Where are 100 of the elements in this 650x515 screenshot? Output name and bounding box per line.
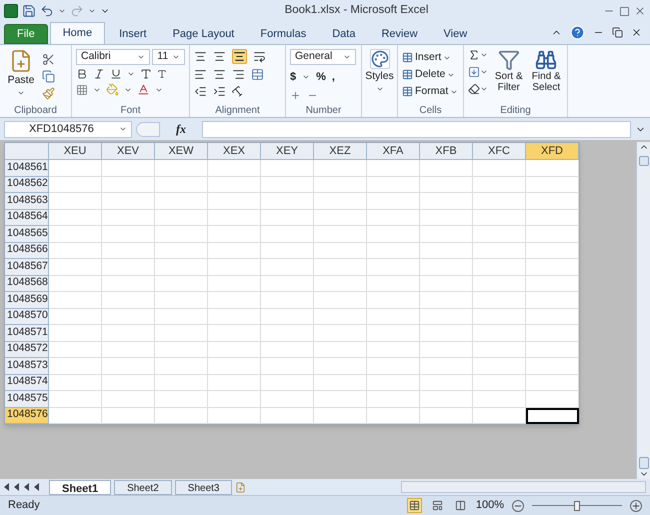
sheet-cell[interactable] bbox=[102, 358, 155, 374]
column-header[interactable]: XFB bbox=[420, 143, 473, 160]
row-header[interactable]: 1048570 bbox=[5, 308, 49, 325]
sheet-cell[interactable] bbox=[420, 276, 473, 292]
sheet-cell[interactable] bbox=[208, 210, 261, 226]
sheet-cell[interactable] bbox=[420, 342, 473, 358]
sheet-cell[interactable] bbox=[420, 210, 473, 226]
column-header[interactable]: XEV bbox=[102, 143, 155, 160]
align-bottom-icon[interactable] bbox=[232, 49, 247, 64]
sheet-cell[interactable] bbox=[473, 325, 526, 342]
column-header[interactable]: XEX bbox=[208, 143, 261, 160]
sheet-cell[interactable] bbox=[473, 391, 526, 408]
sheet-cell[interactable] bbox=[49, 176, 102, 193]
styles-icon[interactable] bbox=[370, 49, 390, 69]
sheet-cell[interactable] bbox=[102, 193, 155, 210]
sheet-cell[interactable] bbox=[420, 408, 473, 424]
currency-button[interactable]: $ bbox=[290, 69, 296, 86]
sheet-cell[interactable] bbox=[526, 259, 579, 276]
sheet-cell[interactable] bbox=[526, 160, 579, 176]
sheet-cell[interactable] bbox=[526, 374, 579, 391]
sheet-cell[interactable] bbox=[314, 193, 367, 210]
sheet-cell[interactable] bbox=[367, 193, 420, 210]
row-header[interactable]: 1048572 bbox=[5, 342, 49, 358]
copy-icon[interactable] bbox=[42, 70, 55, 83]
sheet-cell[interactable] bbox=[314, 210, 367, 226]
sheet-cell[interactable] bbox=[155, 160, 208, 176]
number-format-field[interactable]: General bbox=[290, 49, 356, 65]
row-header[interactable]: 1048562 bbox=[5, 176, 49, 193]
sheet-cell[interactable] bbox=[155, 308, 208, 325]
sheet-cell[interactable] bbox=[155, 391, 208, 408]
cells-button[interactable]: Insert bbox=[402, 49, 452, 66]
sheet-cell[interactable] bbox=[102, 408, 155, 424]
sheet-cell[interactable] bbox=[102, 325, 155, 342]
sheet-cell[interactable] bbox=[208, 193, 261, 210]
sheet-cell[interactable] bbox=[208, 176, 261, 193]
sheet-cell[interactable] bbox=[367, 292, 420, 308]
sheet-cell[interactable] bbox=[473, 226, 526, 242]
sheet-cell[interactable] bbox=[208, 242, 261, 259]
binoculars-icon[interactable] bbox=[535, 49, 558, 71]
sheet-cell[interactable] bbox=[526, 408, 579, 424]
align-top-icon[interactable] bbox=[194, 50, 207, 63]
sheet-cell[interactable] bbox=[208, 226, 261, 242]
font-name-field[interactable]: Calibri bbox=[76, 49, 150, 65]
sheet-cell[interactable] bbox=[367, 408, 420, 424]
format-painter-icon[interactable] bbox=[42, 87, 55, 100]
sheet-cell[interactable] bbox=[49, 325, 102, 342]
ribbon-tab[interactable]: Page Layout bbox=[160, 24, 246, 44]
sheet-cell[interactable] bbox=[314, 391, 367, 408]
italic-icon[interactable] bbox=[93, 68, 105, 80]
sheet-cell[interactable] bbox=[473, 210, 526, 226]
sheet-cell[interactable] bbox=[49, 210, 102, 226]
sheet-cell[interactable] bbox=[102, 176, 155, 193]
sheet-tab[interactable]: Sheet3 bbox=[174, 480, 232, 494]
percent-button[interactable]: % bbox=[316, 69, 326, 86]
sheet-cell[interactable] bbox=[155, 276, 208, 292]
sheet-cell[interactable] bbox=[155, 259, 208, 276]
sheet-cell[interactable] bbox=[367, 210, 420, 226]
ribbon-tab[interactable]: Review bbox=[369, 24, 430, 44]
sheet-cell[interactable] bbox=[314, 242, 367, 259]
sort-filter-button[interactable]: Sort & Filter bbox=[492, 49, 526, 95]
sheet-cell[interactable] bbox=[367, 160, 420, 176]
table-icon[interactable] bbox=[402, 86, 413, 97]
sheet-cell[interactable] bbox=[49, 408, 102, 424]
sheet-cell[interactable] bbox=[314, 259, 367, 276]
sheet-cell[interactable] bbox=[367, 391, 420, 408]
column-header[interactable]: XFD bbox=[526, 143, 579, 160]
sheet-cell[interactable] bbox=[155, 292, 208, 308]
sheet-cell[interactable] bbox=[208, 325, 261, 342]
column-header[interactable]: XEY bbox=[261, 143, 314, 160]
sheet-cell[interactable] bbox=[208, 308, 261, 325]
row-header[interactable]: 1048566 bbox=[5, 242, 49, 259]
sheet-cell[interactable] bbox=[49, 391, 102, 408]
zoom-in-icon[interactable] bbox=[630, 500, 642, 512]
sheet-cell[interactable] bbox=[420, 176, 473, 193]
sheet-cell[interactable] bbox=[314, 374, 367, 391]
zoom-reading[interactable]: 100% bbox=[476, 497, 504, 514]
close-icon[interactable] bbox=[631, 27, 642, 38]
align-right-icon[interactable] bbox=[232, 68, 245, 81]
sheet-cell[interactable] bbox=[102, 226, 155, 242]
sheet-cell[interactable] bbox=[208, 276, 261, 292]
cells-button[interactable]: Delete bbox=[402, 66, 456, 83]
sheet-cell[interactable] bbox=[367, 242, 420, 259]
sheet-cell[interactable] bbox=[473, 242, 526, 259]
sheet-cell[interactable] bbox=[473, 193, 526, 210]
sheet-cell[interactable] bbox=[155, 210, 208, 226]
sheet-cell[interactable] bbox=[102, 276, 155, 292]
sheet-cell[interactable] bbox=[526, 193, 579, 210]
align-center-icon[interactable] bbox=[213, 68, 226, 81]
sheet-cell[interactable] bbox=[208, 408, 261, 424]
sheet-cell[interactable] bbox=[102, 308, 155, 325]
sheet-cell[interactable] bbox=[314, 408, 367, 424]
sheet-cell[interactable] bbox=[49, 276, 102, 292]
sheet-cell[interactable] bbox=[367, 226, 420, 242]
row-header[interactable]: 1048573 bbox=[5, 358, 49, 374]
sheet-cell[interactable] bbox=[261, 308, 314, 325]
horizontal-scrollbar[interactable] bbox=[401, 481, 646, 493]
decrease-indent-icon[interactable] bbox=[194, 85, 207, 98]
increase-indent-icon[interactable] bbox=[213, 85, 226, 98]
sheet-cell[interactable] bbox=[367, 259, 420, 276]
sheet-cell[interactable] bbox=[49, 292, 102, 308]
